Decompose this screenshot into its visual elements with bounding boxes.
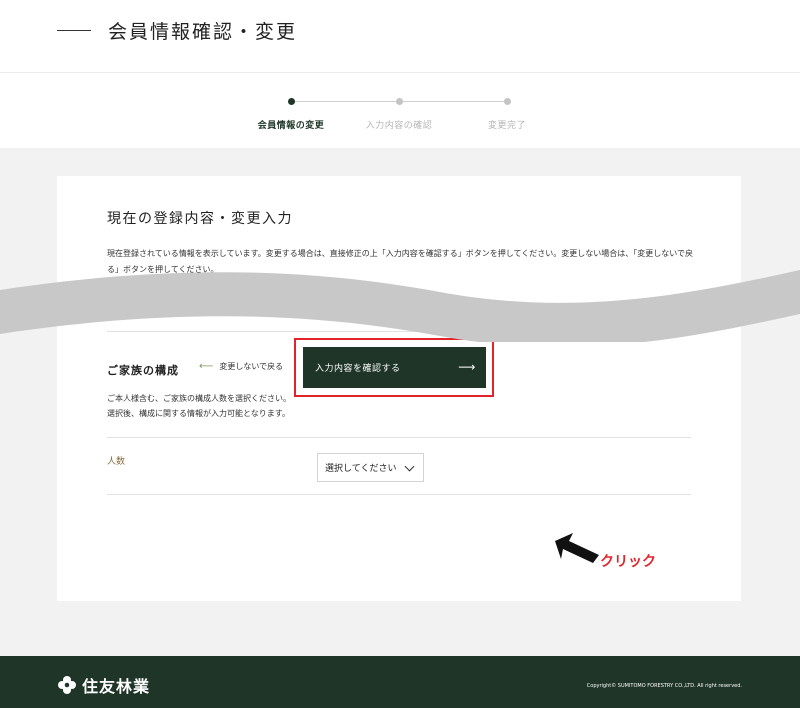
family-description: ご本人様含む、ご家族の構成人数を選択ください。 選択後、構成に関する情報が入力可… — [107, 391, 291, 421]
family-description-line2: 選択後、構成に関する情報が入力可能となります。 — [107, 409, 290, 418]
click-annotation: クリック — [600, 554, 656, 570]
step-dot-2 — [396, 98, 403, 105]
family-description-line1: ご本人様含む、ご家族の構成人数を選択ください。 — [107, 394, 291, 403]
logo-mark-icon — [58, 676, 76, 694]
arrow-left-icon: ⟵ — [199, 361, 214, 372]
confirm-button-label: 入力内容を確認する — [315, 364, 401, 374]
family-section-title: ご家族の構成 — [107, 364, 179, 377]
section-title: 現在の登録内容・変更入力 — [107, 211, 293, 227]
page-header: 会員情報確認・変更 — [0, 0, 800, 72]
step-label-1: 会員情報の変更 — [257, 121, 325, 131]
progress-steps: 会員情報の変更 入力内容の確認 変更完了 — [0, 72, 800, 148]
select-value: 選択してください — [325, 464, 397, 474]
site-footer: 住友林業 Copyright© SUMITOMO FORESTRY CO.,LT… — [0, 656, 800, 708]
family-count-label: 人数 — [107, 457, 126, 467]
page-title: 会員情報確認・変更 — [108, 21, 298, 43]
divider — [107, 437, 691, 438]
pointer-arrow-icon — [555, 533, 599, 563]
back-link-label: 変更しないで戻る — [219, 362, 284, 371]
content-break-wave — [0, 270, 800, 342]
step-label-2: 入力内容の確認 — [365, 121, 433, 131]
step-dot-1 — [288, 98, 295, 105]
step-dot-3 — [504, 98, 511, 105]
arrow-right-icon: ⟶ — [458, 360, 476, 374]
company-logo[interactable]: 住友林業 — [58, 673, 150, 697]
back-link[interactable]: ⟵ 変更しないで戻る — [199, 361, 283, 372]
copyright: Copyright© SUMITOMO FORESTRY CO.,LTD. Al… — [586, 683, 742, 689]
family-count-select[interactable]: 選択してください — [317, 453, 424, 482]
title-dash — [57, 30, 91, 31]
confirm-button[interactable]: 入力内容を確認する ⟶ — [303, 347, 486, 388]
step-label-3: 変更完了 — [487, 121, 527, 131]
logo-text: 住友林業 — [82, 677, 151, 696]
chevron-down-icon — [404, 461, 415, 472]
divider — [107, 494, 691, 495]
